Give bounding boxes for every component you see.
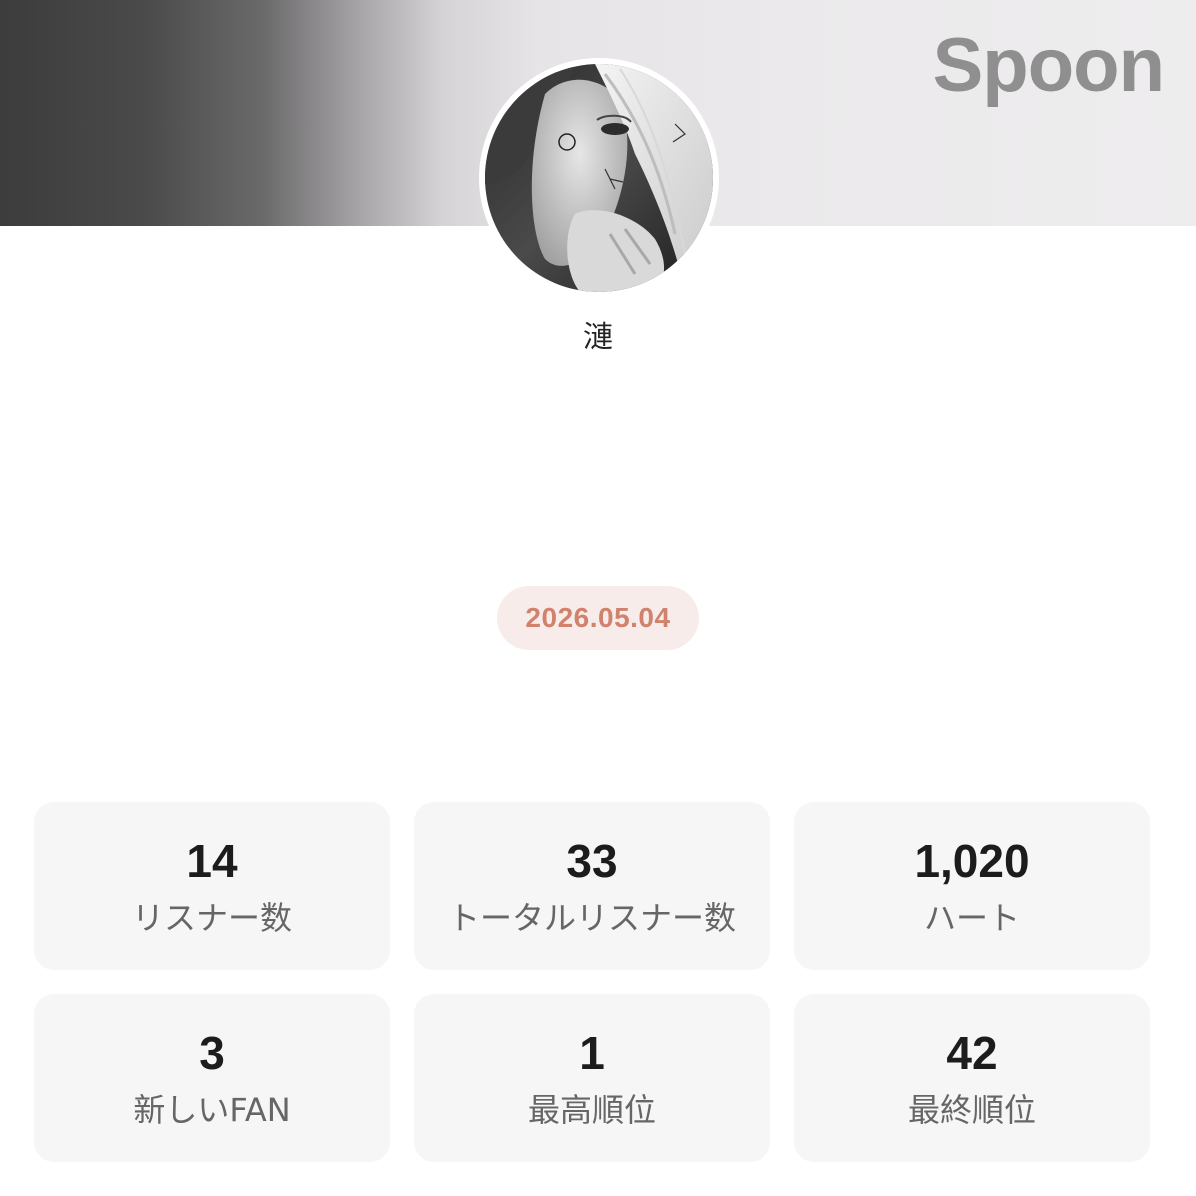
profile-photo-icon (485, 64, 713, 292)
stat-card-final-rank: 42 最終順位 (794, 994, 1150, 1162)
stat-value: 1 (579, 1027, 605, 1079)
broadcast-date-badge: 2026.05.04 (497, 586, 699, 650)
stat-card-total-listeners: 33 トータルリスナー数 (414, 802, 770, 970)
stat-value: 14 (186, 835, 238, 887)
stats-grid: 14 リスナー数 33 トータルリスナー数 1,020 ハート 3 新しいFAN… (34, 802, 1150, 1162)
stat-label: 最終順位 (907, 1091, 1036, 1129)
stat-card-hearts: 1,020 ハート (794, 802, 1150, 970)
stat-label: 最高順位 (527, 1091, 656, 1129)
stat-card-listeners: 14 リスナー数 (34, 802, 390, 970)
stat-label: ハート (923, 899, 1020, 937)
brand-logo: Spoon (932, 23, 1165, 108)
broadcast-report: Spoon 漣 2026.05.04 14 リスナー数 33 トータルリスナー数… (0, 0, 1196, 1196)
stat-value: 3 (199, 1027, 225, 1079)
profile-name: 漣 (583, 320, 613, 355)
stat-card-new-fans: 3 新しいFAN (34, 994, 390, 1162)
avatar[interactable] (479, 58, 719, 298)
stat-card-highest-rank: 1 最高順位 (414, 994, 770, 1162)
stat-value: 1,020 (914, 835, 1030, 887)
stat-value: 42 (946, 1027, 998, 1079)
stat-value: 33 (566, 835, 618, 887)
stat-label: 新しいFAN (133, 1091, 291, 1129)
stat-label: リスナー数 (131, 899, 292, 937)
stat-label: トータルリスナー数 (447, 899, 736, 937)
